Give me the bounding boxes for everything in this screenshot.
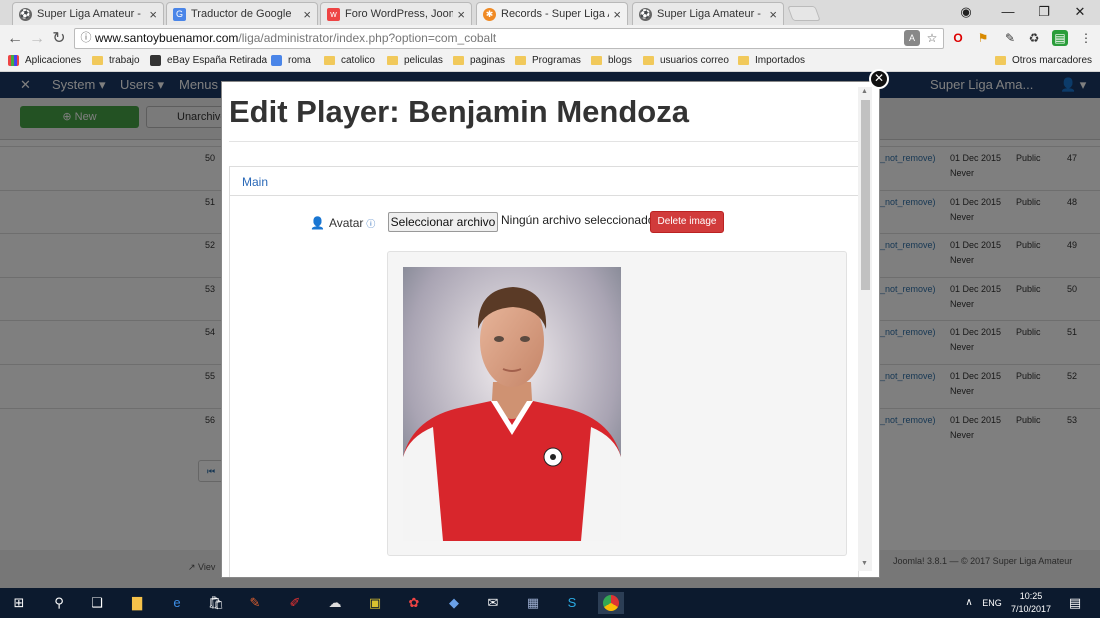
language-indicator[interactable]: ENG xyxy=(978,592,1006,614)
folder-icon xyxy=(643,56,654,65)
browser-tab[interactable]: G Traductor de Google × xyxy=(166,2,318,25)
close-tab-icon[interactable]: × xyxy=(303,7,311,22)
edit-player-modal: Edit Player: Benjamin Mendoza Main 👤 Ava… xyxy=(221,81,880,578)
bookmark-link[interactable]: roma xyxy=(271,55,311,66)
ebay-icon xyxy=(150,55,161,66)
mail-icon[interactable]: ✉ xyxy=(482,592,504,614)
info-icon[interactable]: ⓘ xyxy=(78,30,94,46)
notifications-icon[interactable]: ▤ xyxy=(1064,592,1086,614)
app-icon[interactable]: ✎ xyxy=(244,592,266,614)
page-title: Edit Player: Benjamin Mendoza xyxy=(229,94,689,129)
windows-start-icon[interactable]: ⊞ xyxy=(8,592,30,614)
bookmark-folder[interactable]: Programas xyxy=(515,55,581,66)
bookmark-apps[interactable]: Aplicaciones xyxy=(8,55,81,66)
taskbar-clock[interactable]: 10:25 7/10/2017 xyxy=(1006,590,1056,616)
user-icon: 👤 xyxy=(310,216,325,230)
close-tab-icon[interactable]: × xyxy=(769,7,777,22)
player-avatar-image xyxy=(403,267,621,541)
tab-bar: Main xyxy=(230,167,858,196)
google-translate-icon xyxy=(271,55,282,66)
delete-image-button[interactable]: Delete image xyxy=(650,211,724,233)
browser-tab[interactable]: w Foro WordPress, Joomla × xyxy=(320,2,472,25)
opera-icon[interactable]: O xyxy=(950,30,966,46)
bookmarks-bar: Aplicaciones trabajo eBay España Retirad… xyxy=(0,52,1100,72)
tab-main[interactable]: Main xyxy=(242,175,268,189)
bookmark-folder[interactable]: Otros marcadores xyxy=(995,55,1092,66)
close-modal-button[interactable]: ✕ xyxy=(869,69,889,89)
bookmark-link[interactable]: eBay España Retirada xyxy=(150,55,267,66)
forum-icon: w xyxy=(327,7,340,21)
soccer-ball-icon: ⚽ xyxy=(639,7,652,21)
close-tab-icon[interactable]: × xyxy=(149,7,157,22)
folder-icon xyxy=(324,56,335,65)
help-icon[interactable]: ⓘ xyxy=(366,217,375,230)
scroll-down-icon[interactable]: ▼ xyxy=(861,560,868,567)
browser-tab-active[interactable]: ✱ Records - Super Liga Am × xyxy=(476,2,628,25)
bookmark-folder[interactable]: paginas xyxy=(453,55,505,66)
browser-tab[interactable]: ⚽ Super Liga Amateur - Ini × xyxy=(12,2,164,25)
folder-icon xyxy=(453,56,464,65)
tabs-container: Main 👤 Avatar ⓘ Seleccionar archivo Ning… xyxy=(229,166,859,577)
windows-taskbar: ⊞ ⚲ ❑ ▇ e 🛍 ✎ ✐ ☁ ▣ ✿ ◆ ✉ ▦ S ∧ ENG ▤ xyxy=(0,588,1100,618)
star-icon[interactable]: ☆ xyxy=(924,30,940,46)
fireworks-icon[interactable]: ▣ xyxy=(364,592,386,614)
address-bar[interactable]: www.santoybuenamor.com/liga/administrato… xyxy=(74,28,944,49)
menu-icon[interactable]: ⋮ xyxy=(1078,30,1094,46)
folder-icon xyxy=(515,56,526,65)
recycle-icon[interactable]: ♻ xyxy=(1026,30,1042,46)
app-icon[interactable]: ✐ xyxy=(284,592,306,614)
restore-icon[interactable]: ❐ xyxy=(1026,0,1062,25)
divider xyxy=(229,141,860,142)
bookmark-folder[interactable]: trabajo xyxy=(92,55,140,66)
file-explorer-icon[interactable]: ▇ xyxy=(126,592,148,614)
screen: ⚽ Super Liga Amateur - Ini × G Traductor… xyxy=(0,0,1100,618)
apps-grid-icon xyxy=(8,55,19,66)
new-tab-button[interactable] xyxy=(787,6,821,21)
reload-icon[interactable]: ↻ xyxy=(48,28,70,50)
profile-icon[interactable]: ◉ xyxy=(948,0,984,25)
extension-icon[interactable]: ✎ xyxy=(1002,30,1018,46)
folder-icon xyxy=(387,56,398,65)
folder-icon xyxy=(995,56,1006,65)
tray-chevron-icon[interactable]: ∧ xyxy=(958,592,980,614)
google-translate-icon: G xyxy=(173,7,186,21)
app-icon[interactable]: ☁ xyxy=(324,592,346,614)
close-tab-icon[interactable]: × xyxy=(457,7,465,22)
folder-icon xyxy=(591,56,602,65)
forward-icon[interactable]: → xyxy=(26,28,48,50)
modal-scrollbar-thumb[interactable] xyxy=(861,100,870,290)
browser-tab[interactable]: ⚽ Super Liga Amateur - Ini × xyxy=(632,2,784,25)
folder-icon xyxy=(738,56,749,65)
back-icon[interactable]: ← xyxy=(4,28,26,50)
browser-tab-strip: ⚽ Super Liga Amateur - Ini × G Traductor… xyxy=(0,0,1100,25)
app-icon[interactable]: ▦ xyxy=(522,592,544,614)
bookmark-folder[interactable]: Importados xyxy=(738,55,805,66)
scroll-up-icon[interactable]: ▲ xyxy=(861,88,868,95)
picasa-icon[interactable]: ✿ xyxy=(403,592,425,614)
image-preview-well xyxy=(387,251,847,556)
file-input-button[interactable]: Seleccionar archivo xyxy=(388,212,498,232)
store-icon[interactable]: 🛍 xyxy=(205,592,227,614)
skype-icon[interactable]: S xyxy=(561,592,583,614)
task-view-icon[interactable]: ❑ xyxy=(86,592,108,614)
minimize-icon[interactable]: — xyxy=(990,0,1026,25)
bookmark-folder[interactable]: usuarios correo xyxy=(643,55,729,66)
bookmark-folder[interactable]: blogs xyxy=(591,55,632,66)
evernote-icon[interactable]: ▤ xyxy=(1052,30,1068,46)
app-icon[interactable]: ◆ xyxy=(443,592,465,614)
bookmark-folder[interactable]: catolico xyxy=(324,55,375,66)
avatar-label: 👤 Avatar ⓘ xyxy=(310,216,376,230)
close-window-icon[interactable]: ✕ xyxy=(1062,0,1098,25)
translate-icon[interactable]: A xyxy=(904,30,920,46)
file-status-text: Ningún archivo seleccionado xyxy=(501,213,655,227)
extension-icon[interactable]: ⚑ xyxy=(975,30,991,46)
search-icon[interactable]: ⚲ xyxy=(48,592,70,614)
bookmark-folder[interactable]: peliculas xyxy=(387,55,443,66)
edge-icon[interactable]: e xyxy=(166,592,188,614)
chrome-icon[interactable] xyxy=(598,592,624,614)
close-tab-icon[interactable]: × xyxy=(613,7,621,22)
soccer-ball-icon: ⚽ xyxy=(19,7,32,21)
joomla-icon: ✱ xyxy=(483,7,496,21)
folder-icon xyxy=(92,56,103,65)
